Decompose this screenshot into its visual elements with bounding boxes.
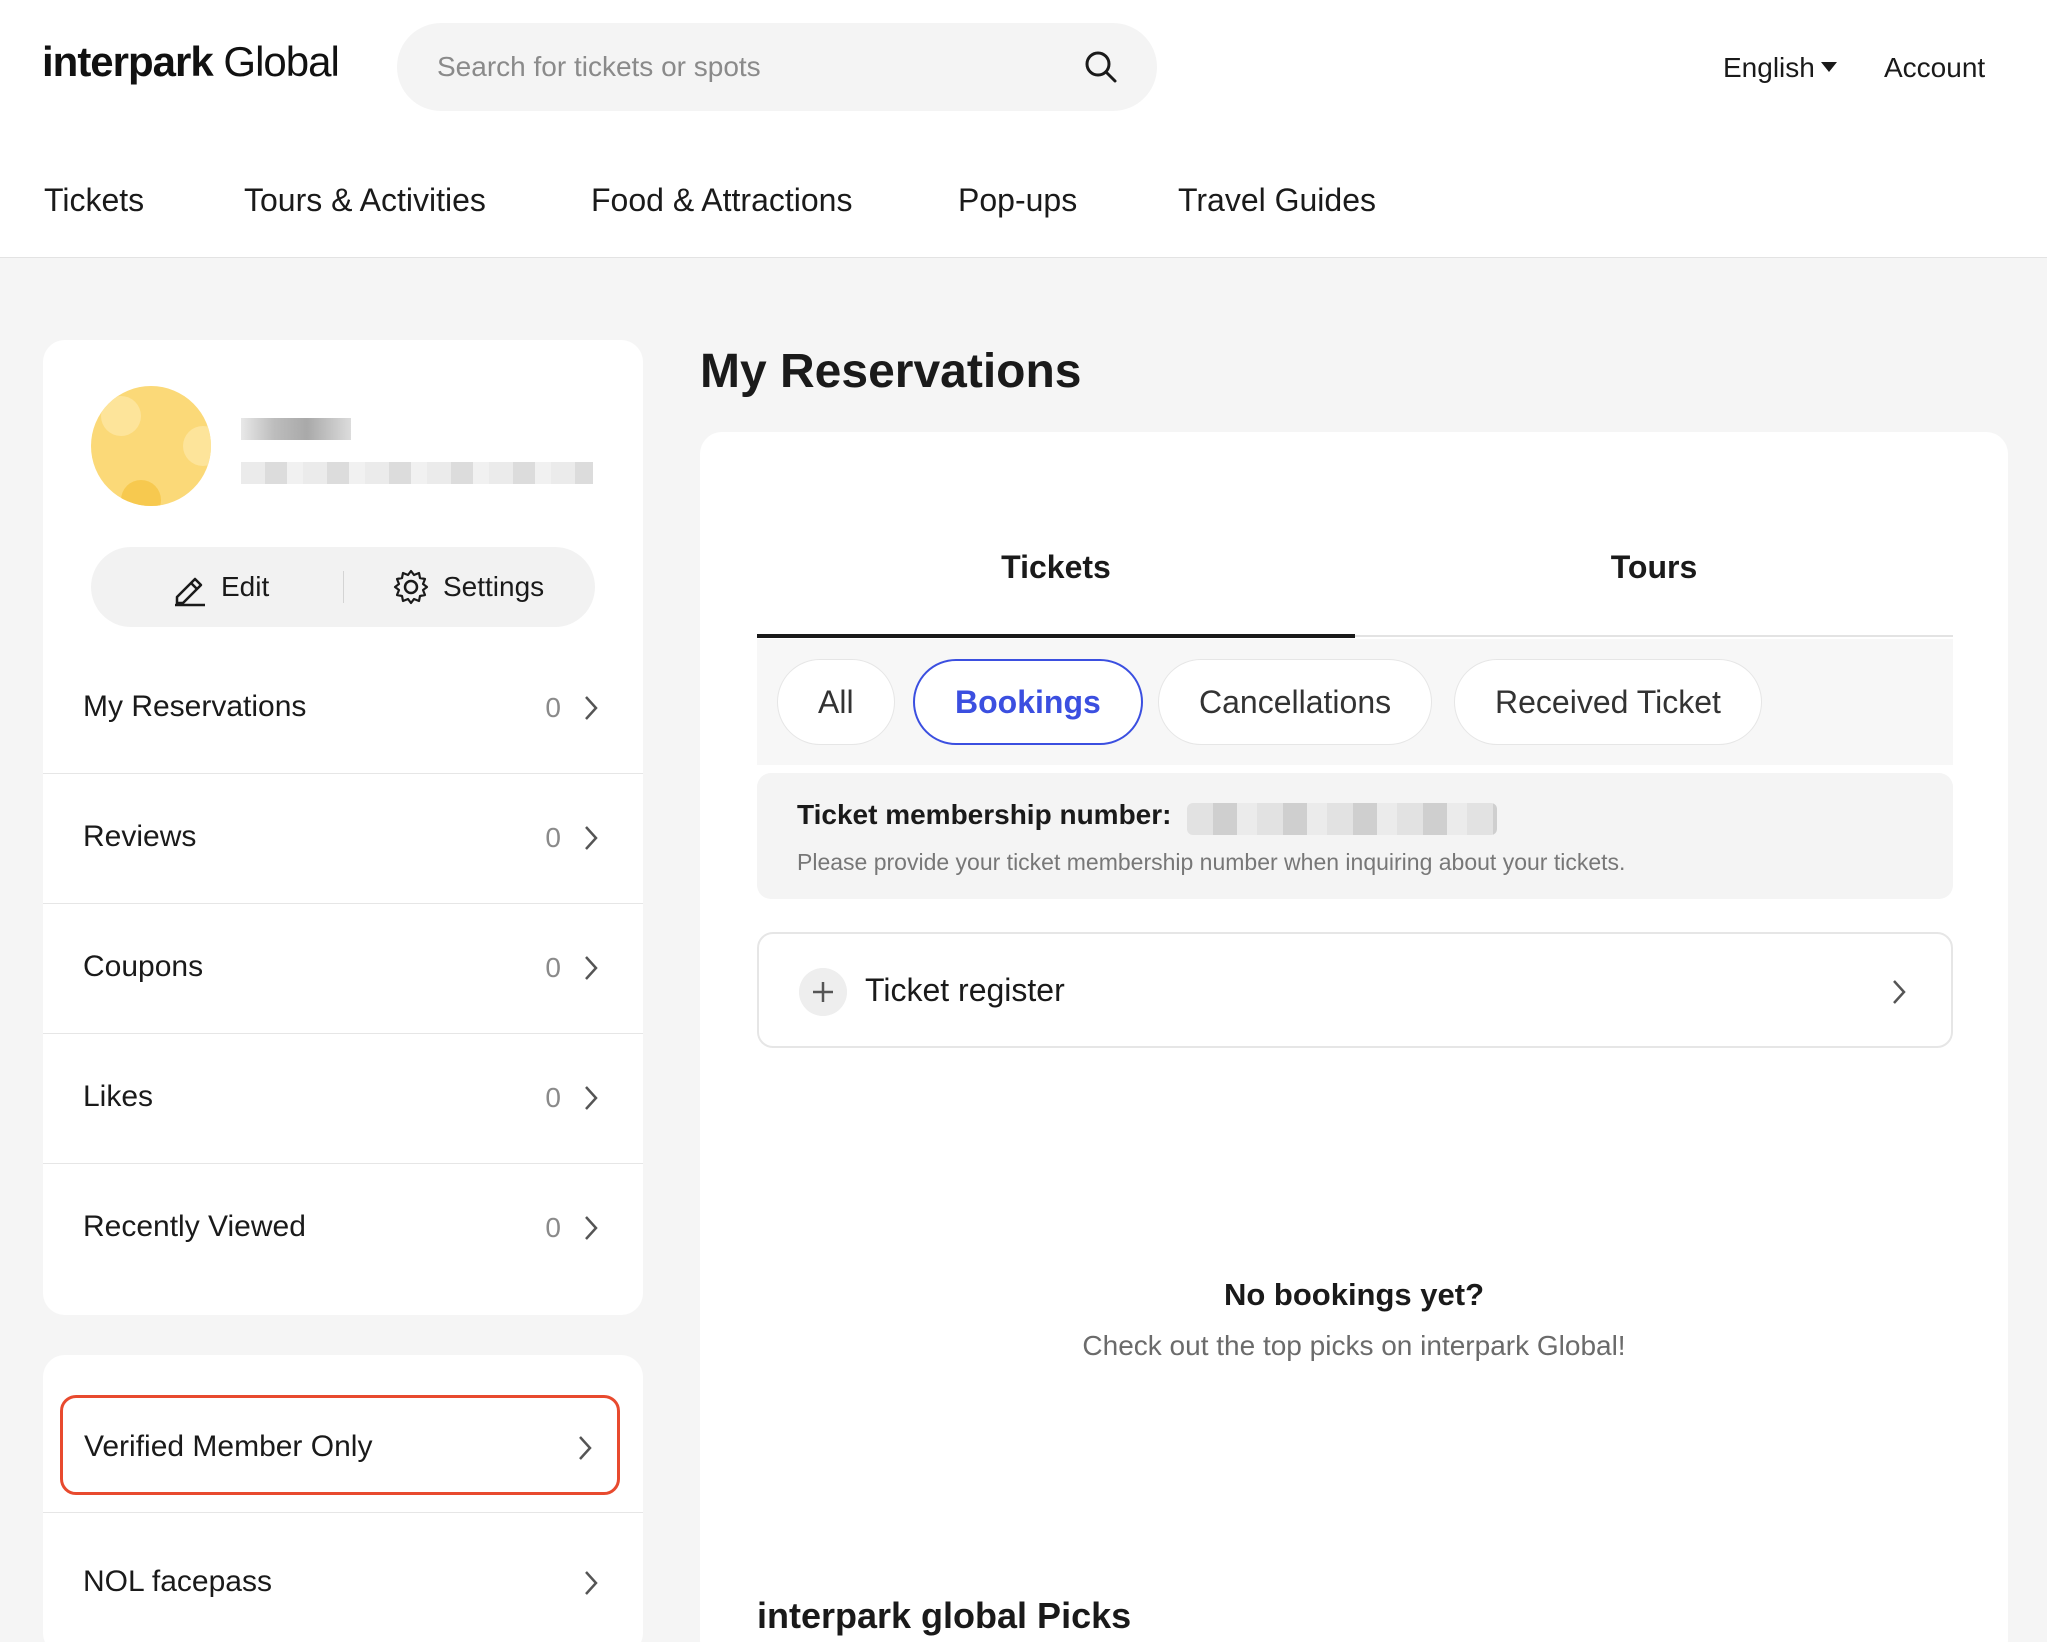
chevron-right-icon (585, 1216, 598, 1240)
chevron-right-icon (585, 1086, 598, 1110)
language-selector[interactable]: English (1723, 52, 1837, 84)
menu-recently-viewed[interactable]: Recently Viewed 0 (43, 1164, 643, 1294)
nav-travel-guides[interactable]: Travel Guides (1178, 182, 1376, 219)
nol-facepass-button[interactable]: NOL facepass (43, 1512, 643, 1642)
chevron-right-icon (579, 1436, 592, 1460)
gear-icon (393, 569, 429, 605)
menu-reviews[interactable]: Reviews 0 (43, 774, 643, 904)
count-badge: 0 (545, 1082, 561, 1113)
empty-state-subtitle: Check out the top picks on interpark Glo… (1082, 1330, 1626, 1361)
filter-bar: All Bookings Cancellations Received Tick… (757, 639, 1953, 765)
empty-state-title: No bookings yet? (1223, 1277, 1485, 1312)
filter-received-ticket[interactable]: Received Ticket (1454, 659, 1762, 745)
count-badge: 0 (545, 692, 561, 723)
chevron-right-icon (585, 826, 598, 850)
chevron-right-icon (585, 1571, 598, 1595)
tab-bar: Tickets Tours (757, 522, 1953, 638)
nav-popups[interactable]: Pop-ups (958, 182, 1077, 219)
nav-tours-activities[interactable]: Tours & Activities (244, 182, 486, 219)
profile-actions: Edit Settings (91, 547, 595, 627)
menu-coupons[interactable]: Coupons 0 (43, 904, 643, 1034)
ticket-register-button[interactable]: Ticket register (757, 932, 1953, 1048)
tab-tours[interactable]: Tours (1355, 522, 1953, 637)
ticket-register-label: Ticket register (865, 972, 1065, 1008)
nav-food-attractions[interactable]: Food & Attractions (591, 182, 852, 219)
tab-tickets[interactable]: Tickets (757, 522, 1355, 638)
count-badge: 0 (545, 1212, 561, 1243)
user-email-redacted (241, 462, 593, 484)
filter-cancellations[interactable]: Cancellations (1158, 659, 1433, 745)
menu-likes[interactable]: Likes 0 (43, 1034, 643, 1164)
logo[interactable]: interpark Global (42, 38, 340, 86)
count-badge: 0 (545, 952, 561, 983)
pencil-icon (175, 577, 205, 607)
filter-all[interactable]: All (777, 659, 895, 745)
membership-description: Please provide your ticket membership nu… (797, 849, 1626, 875)
membership-info: Ticket membership number: Please provide… (757, 773, 1953, 899)
verified-member-button[interactable]: Verified Member Only (60, 1395, 620, 1495)
edit-button[interactable]: Edit (169, 567, 269, 607)
search-input[interactable]: Search for tickets or spots (437, 51, 761, 83)
nav-tickets[interactable]: Tickets (44, 182, 144, 219)
chevron-right-icon (585, 956, 598, 980)
search-bar[interactable]: Search for tickets or spots (397, 23, 1157, 111)
reservations-card: Tickets Tours All Bookings Cancellations… (700, 432, 2008, 1642)
search-icon[interactable] (1083, 49, 1119, 85)
membership-title: Ticket membership number: (797, 799, 1172, 830)
caret-down-icon (1820, 61, 1837, 72)
plus-icon (799, 968, 847, 1016)
user-name-redacted (241, 418, 351, 440)
chevron-right-icon (585, 696, 598, 720)
page-title: My Reservations (700, 345, 1082, 398)
count-badge: 0 (545, 822, 561, 853)
header: interpark Global Search for tickets or s… (0, 0, 2047, 258)
membership-number-redacted (1187, 803, 1497, 835)
edit-label: Edit (221, 571, 270, 602)
chevron-right-icon (1893, 980, 1906, 1004)
menu-my-reservations[interactable]: My Reservations 0 (43, 644, 643, 774)
filter-bookings[interactable]: Bookings (913, 659, 1143, 745)
picks-section-title: interpark global Picks (757, 1595, 1132, 1636)
avatar (91, 386, 211, 506)
settings-label: Settings (443, 571, 545, 602)
divider (343, 571, 344, 603)
profile-card: Edit Settings My Reservations 0 Reviews … (43, 340, 643, 1315)
settings-button[interactable]: Settings (391, 567, 544, 607)
verified-card: Verified Member Only NOL facepass (43, 1355, 643, 1642)
account-link[interactable]: Account (1884, 52, 1985, 84)
